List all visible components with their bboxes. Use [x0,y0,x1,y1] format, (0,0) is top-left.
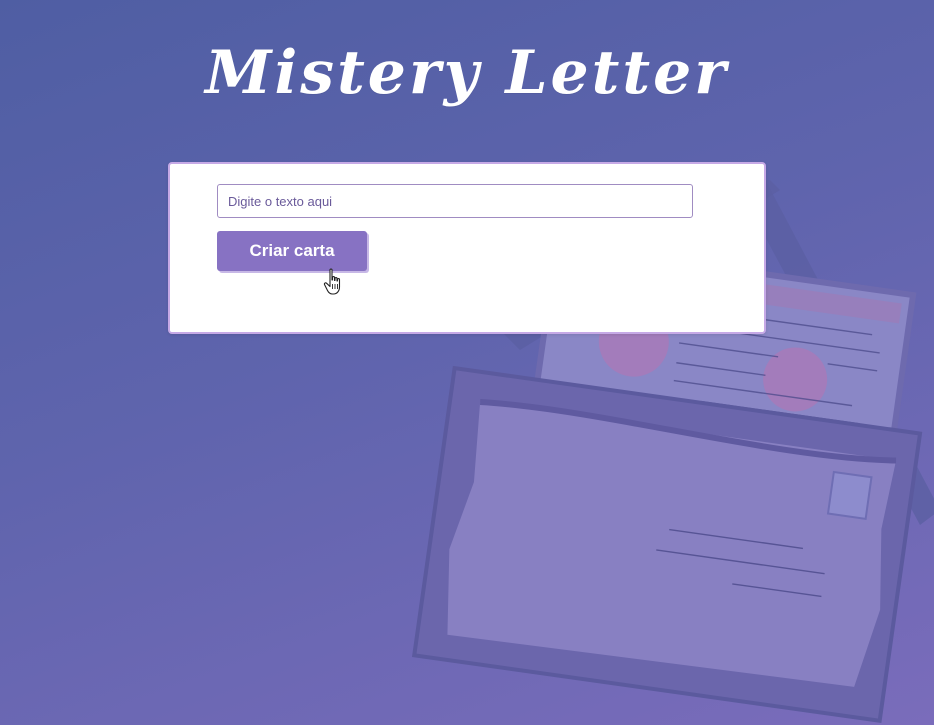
letter-text-input[interactable] [217,184,693,218]
letter-form-card: Criar carta [168,162,766,334]
create-letter-button[interactable]: Criar carta [217,231,367,271]
hand-pointer-icon [323,268,341,295]
page-title: Mistery Letter [205,38,729,108]
